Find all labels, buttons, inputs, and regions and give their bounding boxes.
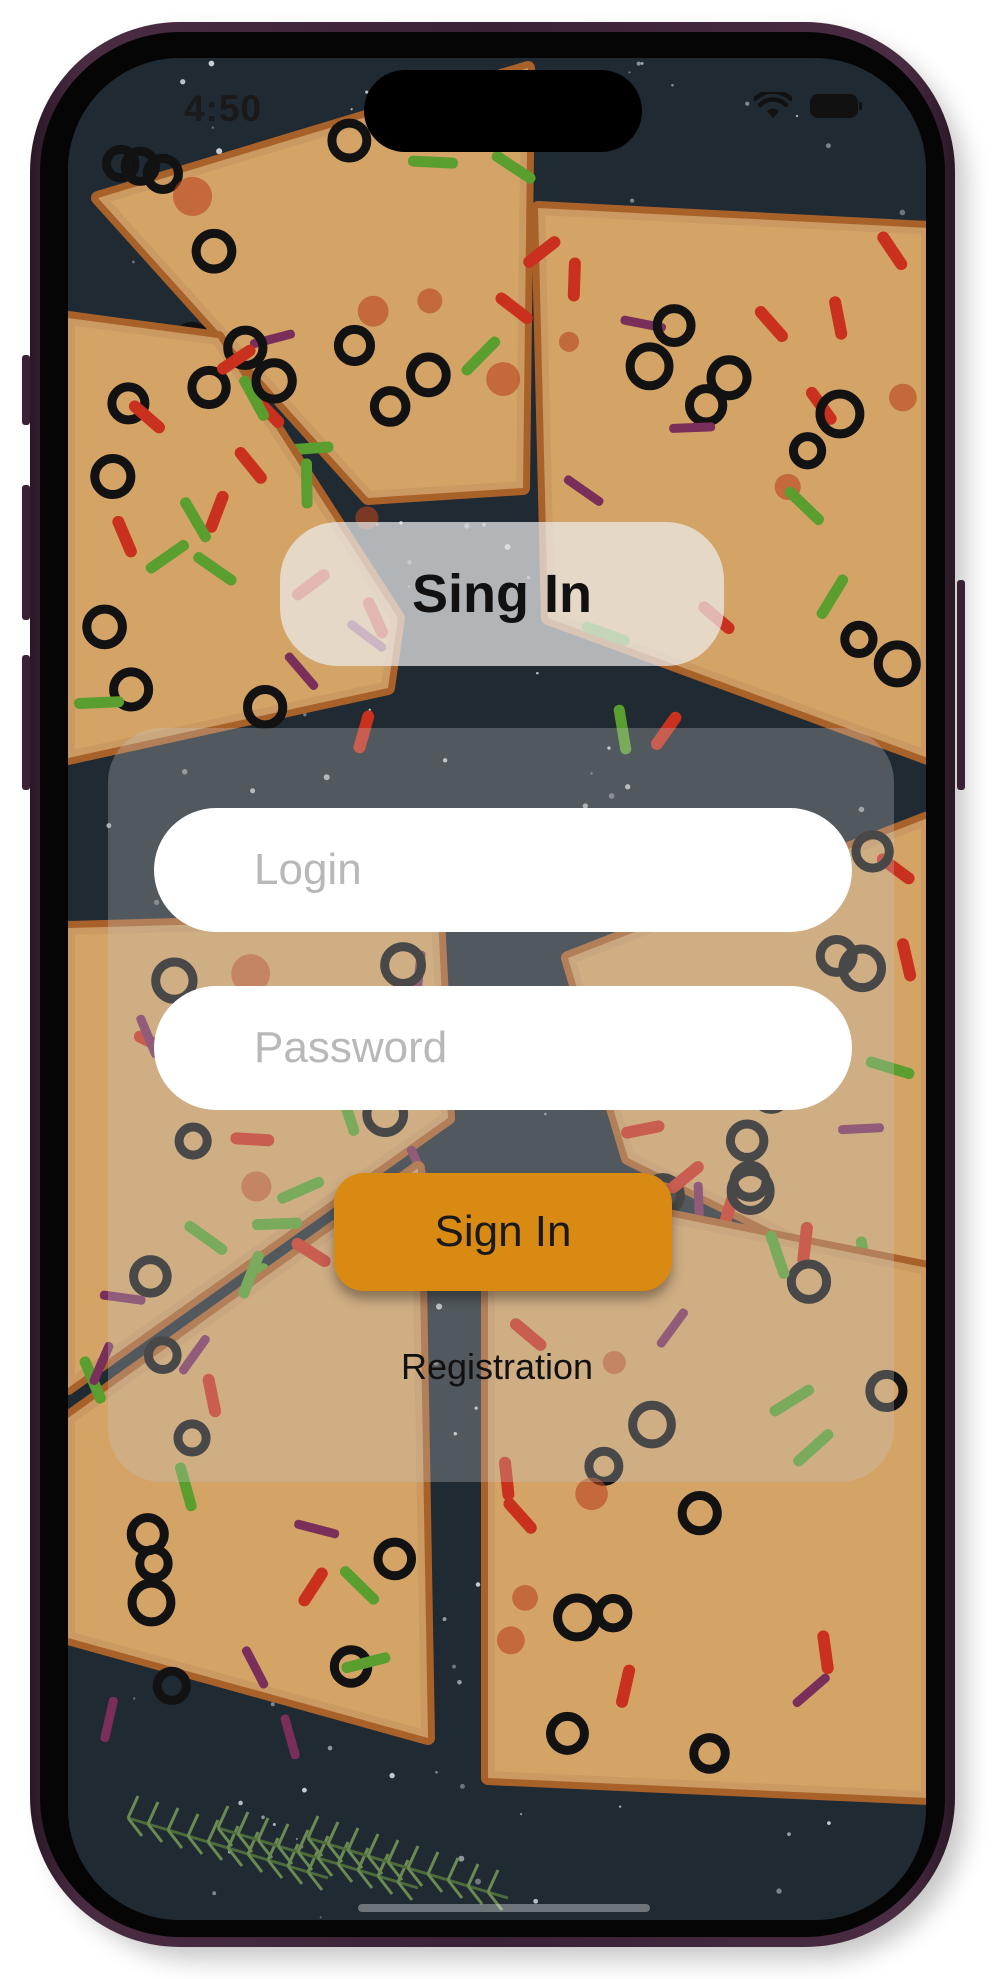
title-banner: Sing In (280, 522, 724, 666)
registration-link[interactable]: Registration (68, 1346, 926, 1388)
wifi-icon (754, 92, 792, 118)
action-button (22, 355, 30, 425)
status-time: 4:50 (184, 88, 263, 129)
battery-icon (810, 94, 862, 118)
dynamic-island (364, 70, 642, 152)
home-indicator (358, 1904, 650, 1912)
login-field[interactable] (154, 808, 852, 932)
power-button (957, 580, 965, 790)
page-title: Sing In (412, 564, 592, 624)
app-screen: 4:50 Sing In Sign In Registration (68, 58, 926, 1920)
login-input[interactable] (252, 844, 852, 896)
volume-up-button (22, 485, 30, 620)
password-input[interactable] (252, 1022, 852, 1074)
password-field[interactable] (154, 986, 852, 1110)
volume-down-button (22, 655, 30, 790)
sign-in-button[interactable]: Sign In (334, 1173, 672, 1291)
